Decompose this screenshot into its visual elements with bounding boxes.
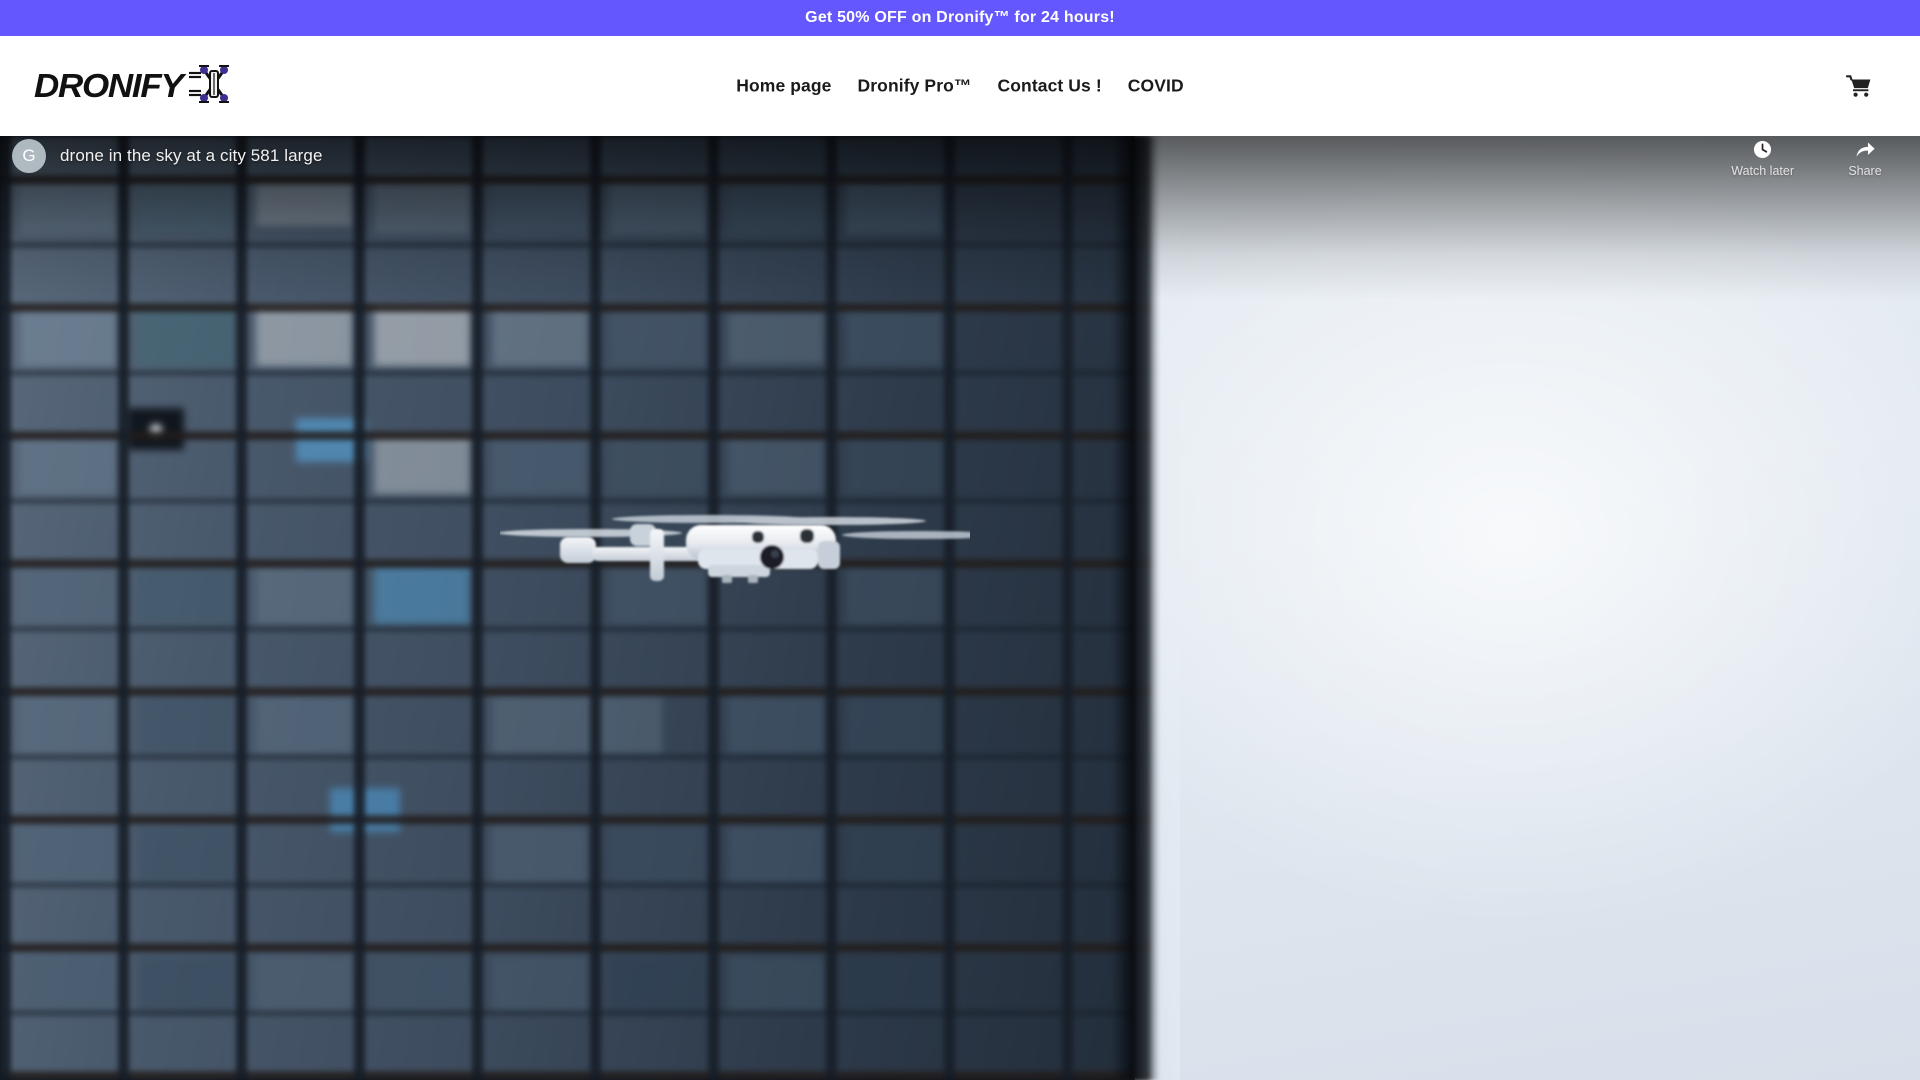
nav-item-covid[interactable]: COVID [1128, 76, 1184, 97]
nav-item-home-page[interactable]: Home page [736, 76, 831, 97]
facade-light-falloff [1060, 136, 1180, 1080]
watch-later-button[interactable]: Watch later [1731, 138, 1794, 178]
promo-banner-text: Get 50% OFF on Dronify™ for 24 hours! [805, 9, 1115, 26]
drone-subject [498, 491, 998, 611]
main-navigation: Home page Dronify Pro™ Contact Us ! COVI… [0, 76, 1920, 97]
nav-item-dronify-pro[interactable]: Dronify Pro™ [858, 76, 972, 97]
share-button[interactable]: Share [1834, 138, 1896, 178]
avatar[interactable]: G [12, 139, 46, 173]
share-label: Share [1848, 164, 1882, 178]
promo-banner[interactable]: Get 50% OFF on Dronify™ for 24 hours! [0, 0, 1920, 36]
sky-haze [1135, 136, 1920, 1080]
nav-item-contact-us[interactable]: Contact Us ! [998, 76, 1102, 97]
video-owner-block[interactable]: G drone in the sky at a city 581 large [12, 139, 323, 173]
shopping-cart-icon [1846, 75, 1871, 97]
site-header: DRONIFY Home page Dronify Pro™ Contact U… [0, 36, 1920, 136]
player-actions: Watch later Share [1731, 138, 1896, 178]
video-title[interactable]: drone in the sky at a city 581 large [60, 146, 323, 166]
player-top-bar: G drone in the sky at a city 581 large W… [0, 136, 1920, 206]
hero-video-player[interactable]: G drone in the sky at a city 581 large W… [0, 136, 1920, 1080]
watch-later-label: Watch later [1731, 164, 1794, 178]
shopping-cart-button[interactable] [1842, 69, 1876, 103]
share-arrow-icon [1855, 138, 1876, 160]
video-frame: G drone in the sky at a city 581 large W… [0, 136, 1920, 1080]
clock-icon [1753, 138, 1772, 160]
